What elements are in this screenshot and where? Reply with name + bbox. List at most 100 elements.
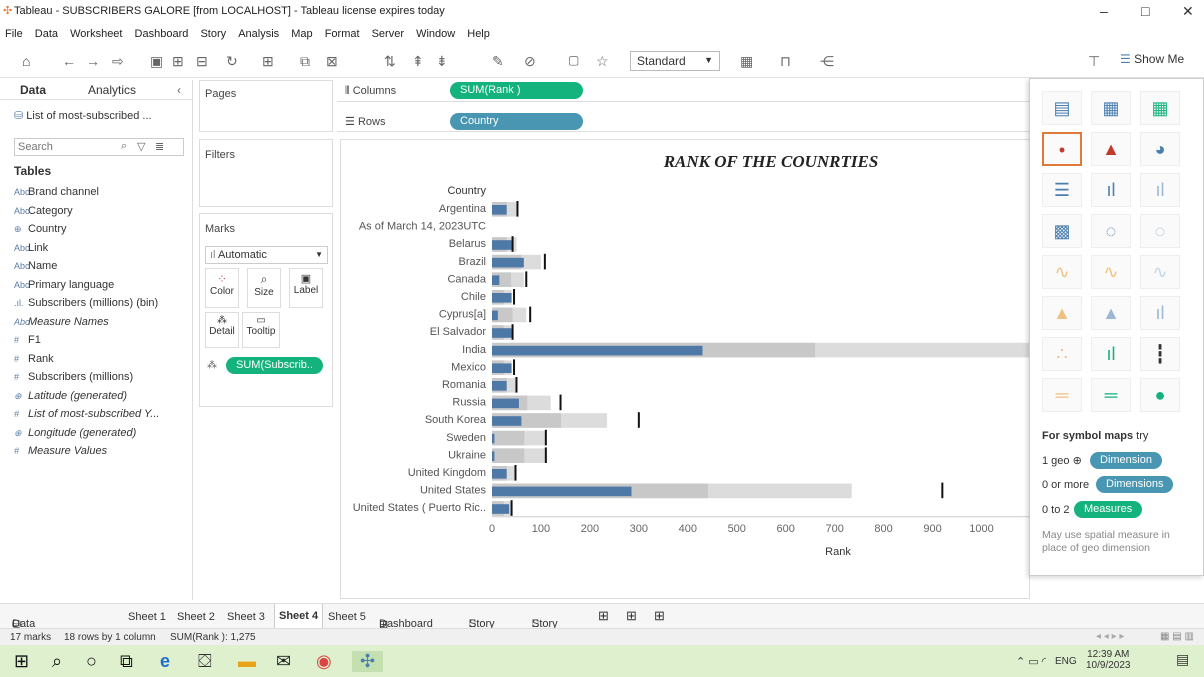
tab-sheet-3[interactable]: Sheet 3 xyxy=(227,611,265,623)
row-label[interactable]: El Salvador xyxy=(430,326,487,338)
menu-analysis[interactable]: Analysis xyxy=(238,28,279,40)
group-icon[interactable]: ⊘ xyxy=(524,53,536,70)
field-item[interactable]: ⊕ Latitude (generated) xyxy=(14,390,127,402)
band-bar-inner[interactable] xyxy=(492,430,525,446)
menu-story[interactable]: Story xyxy=(200,28,226,40)
row-label[interactable]: Mexico xyxy=(451,361,486,373)
menu-help[interactable]: Help xyxy=(467,28,490,40)
navigation-icon[interactable]: ◂ ◂ ▸ ▸ xyxy=(1096,631,1124,642)
row-label[interactable]: Ukraine xyxy=(448,449,486,461)
pause-updates-icon[interactable]: ⊟ xyxy=(196,53,208,70)
row-label[interactable]: Argentina xyxy=(439,203,487,215)
show-cards-icon[interactable]: ▦ xyxy=(740,53,753,70)
menu-format[interactable]: Format xyxy=(325,28,360,40)
bar[interactable] xyxy=(492,257,524,268)
bar[interactable] xyxy=(492,275,500,285)
row-label[interactable]: Chile xyxy=(461,291,486,303)
duplicate-icon[interactable]: ⧉ xyxy=(300,53,310,70)
field-item[interactable]: .ıl. Subscribers (millions) (bin) xyxy=(14,297,158,309)
cortana-icon[interactable]: ○ xyxy=(86,651,97,672)
thumb-horizontal-bars-icon[interactable]: ☰ xyxy=(1042,173,1082,207)
bar[interactable] xyxy=(492,504,510,514)
thumb-highlight-table-icon[interactable]: ▦ xyxy=(1140,91,1180,125)
thumb-pie-chart-icon[interactable]: ◕ xyxy=(1140,132,1180,166)
thumb-continuous-lines-icon[interactable]: ∿ xyxy=(1042,255,1082,289)
row-label[interactable]: South Korea xyxy=(425,414,487,426)
pages-shelf[interactable]: Pages xyxy=(199,80,333,132)
search-icon[interactable]: ⌕ xyxy=(52,651,62,672)
tooltip-button[interactable]: ▭ Tooltip xyxy=(242,312,280,348)
highlight-icon[interactable]: ✎ xyxy=(492,53,504,70)
redo-icon[interactable]: → xyxy=(86,53,100,69)
bar[interactable] xyxy=(492,469,507,479)
new-dashboard-icon[interactable]: ⊞ xyxy=(626,608,637,624)
thumb-dual-lines-icon[interactable]: ∿ xyxy=(1140,255,1180,289)
marks-pill[interactable]: SUM(Subscrib.. xyxy=(226,357,324,374)
thumb-filled-map-icon[interactable]: ▲ xyxy=(1091,132,1131,166)
chrome-icon[interactable]: ◉ xyxy=(316,651,332,672)
band-bar-inner[interactable] xyxy=(492,448,525,463)
windows-start-icon[interactable]: ⊞ xyxy=(14,651,29,672)
thumb-side-by-side-circles-icon[interactable]: ◌ xyxy=(1140,214,1180,248)
field-item[interactable]: AbcLink xyxy=(14,242,48,254)
bar[interactable] xyxy=(492,240,512,250)
store-icon[interactable]: ⛋ xyxy=(198,651,212,672)
bar[interactable] xyxy=(492,416,522,426)
row-label[interactable]: United States xyxy=(420,485,487,497)
field-item[interactable]: AbcBrand channel xyxy=(14,186,99,198)
thumb-bullet-graph-icon[interactable]: ═ xyxy=(1091,378,1131,412)
fit-select[interactable]: Standard ▼ xyxy=(630,51,720,71)
tab-sheet-4[interactable]: Sheet 4 xyxy=(274,604,324,628)
refresh-icon[interactable]: ↻ xyxy=(226,53,238,70)
undo-icon[interactable]: ← xyxy=(62,53,76,69)
replay-icon[interactable]: ⇨ xyxy=(112,53,124,70)
file-explorer-icon[interactable]: ▬ xyxy=(238,651,256,672)
bar[interactable] xyxy=(492,310,498,321)
menu-worksheet[interactable]: Worksheet xyxy=(70,28,122,40)
thumb-histogram-icon[interactable]: ıl xyxy=(1091,337,1131,371)
save-icon[interactable]: ▣ xyxy=(150,53,163,70)
row-label[interactable]: As of March 14, 2023UTC xyxy=(359,221,486,233)
field-item[interactable]: ⊕ Country xyxy=(14,223,67,235)
filter-icon[interactable]: ▽ xyxy=(137,140,145,153)
field-item[interactable]: AbcPrimary language xyxy=(14,279,114,291)
field-item[interactable]: AbcName xyxy=(14,260,57,272)
new-sheet-icon[interactable]: ⊞ xyxy=(598,608,609,624)
thumb-text-table-icon[interactable]: ▤ xyxy=(1042,91,1082,125)
swap-icon[interactable]: ⇅ xyxy=(384,53,396,70)
close-button[interactable]: ✕ xyxy=(1182,3,1194,20)
tab-analytics[interactable]: Analytics xyxy=(88,83,136,97)
row-label[interactable]: India xyxy=(462,344,487,356)
thumb-treemap-icon[interactable]: ▩ xyxy=(1042,214,1082,248)
pin-showme-icon[interactable]: ⊤ xyxy=(1088,53,1100,70)
label-button[interactable]: ▣ Label xyxy=(289,268,323,308)
field-item[interactable]: # F1 xyxy=(14,334,41,346)
row-label[interactable]: United Kingdom xyxy=(408,467,486,479)
search-input[interactable] xyxy=(15,139,95,155)
thumb-packed-bubbles-icon[interactable]: ● xyxy=(1140,378,1180,412)
tableau-taskbar-icon[interactable]: ✣ xyxy=(352,651,384,672)
clear-sheet-icon[interactable]: ⊠ xyxy=(326,53,338,70)
field-item[interactable]: AbcMeasure Names xyxy=(14,316,109,328)
thumb-symbol-map-icon[interactable]: • xyxy=(1042,132,1082,166)
thumb-continuous-area-icon[interactable]: ▲ xyxy=(1042,296,1082,330)
thumb-gantt-icon[interactable]: ═ xyxy=(1042,378,1082,412)
field-item[interactable]: # List of most-subscribed Y... xyxy=(14,408,159,420)
thumb-box-whisker-icon[interactable]: ┇ xyxy=(1140,337,1180,371)
bar[interactable] xyxy=(492,433,495,444)
view-toggle-icon[interactable]: ▦ ▤ ▥ xyxy=(1160,631,1194,642)
thumb-side-by-side-bars-icon[interactable]: ıl xyxy=(1140,173,1180,207)
field-item[interactable]: # Subscribers (millions) xyxy=(14,371,133,383)
presentation-icon[interactable]: ⊓ xyxy=(780,53,791,70)
view-options-icon[interactable]: ≣ xyxy=(155,140,164,153)
menu-server[interactable]: Server xyxy=(372,28,404,40)
clock[interactable]: 12:39 AM 10/9/2023 xyxy=(1086,649,1131,671)
bar[interactable] xyxy=(492,451,495,461)
row-label[interactable]: United States ( Puerto Ric.. xyxy=(353,502,486,514)
thumb-dual-combination-icon[interactable]: ıl xyxy=(1140,296,1180,330)
tab-data[interactable]: Data xyxy=(20,83,46,97)
thumb-discrete-lines-icon[interactable]: ∿ xyxy=(1091,255,1131,289)
filters-shelf[interactable]: Filters xyxy=(199,139,333,207)
mail-icon[interactable]: ✉ xyxy=(276,651,291,672)
tray-icons[interactable]: ⌃ ▭ ◜ xyxy=(1016,655,1046,668)
